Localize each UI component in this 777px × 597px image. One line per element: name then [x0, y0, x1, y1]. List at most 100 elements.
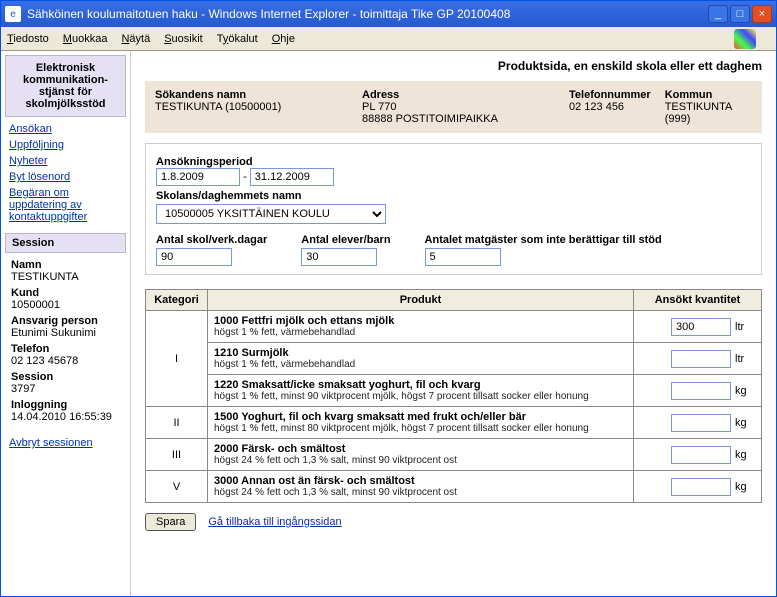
unit-label: kg — [735, 481, 755, 493]
applicant-box: Sökandens namn TESTIKUNTA (10500001) Adr… — [145, 81, 762, 133]
quantity-input[interactable] — [671, 318, 731, 336]
session-value: 02 123 45678 — [11, 355, 120, 367]
quantity-cell: kg — [634, 407, 762, 439]
maximize-button[interactable]: □ — [730, 5, 750, 23]
applicant-name-value: TESTIKUNTA (10500001) — [155, 101, 338, 113]
unit-label: ltr — [735, 321, 755, 333]
children-input[interactable] — [301, 248, 377, 266]
menu-tools[interactable]: Työkalut — [217, 33, 258, 45]
sidebar-link-4[interactable]: Begäran om uppdatering av kontaktuppgift… — [5, 185, 126, 225]
category-cell: III — [146, 439, 208, 471]
product-desc: högst 1 % fett, minst 80 viktprocent mjö… — [214, 423, 627, 434]
sidebar-link-1[interactable]: Uppföljning — [5, 137, 126, 153]
product-desc: högst 1 % fett, värmebehandlad — [214, 327, 627, 338]
unit-label: kg — [735, 449, 755, 461]
session-label: Session — [11, 371, 120, 383]
app-icon: e — [5, 6, 21, 22]
back-link[interactable]: Gå tillbaka till ingångssidan — [208, 516, 341, 528]
quantity-cell: kg — [634, 375, 762, 407]
table-row: V3000 Annan ost än färsk- och smältosthö… — [146, 471, 762, 503]
session-value: 10500001 — [11, 299, 120, 311]
category-cell: V — [146, 471, 208, 503]
applicant-phone-value: 02 123 456 — [569, 101, 651, 113]
unit-label: kg — [735, 385, 755, 397]
days-input[interactable] — [156, 248, 232, 266]
days-label: Antal skol/verk.dagar — [156, 234, 267, 246]
product-cell: 1210 Surmjölkhögst 1 % fett, värmebehand… — [208, 343, 634, 375]
product-name: 2000 Färsk- och smältost — [214, 443, 627, 455]
session-value: 3797 — [11, 383, 120, 395]
quantity-input[interactable] — [671, 414, 731, 432]
school-label: Skolans/daghemmets namn — [156, 190, 751, 202]
applicant-name-label: Sökandens namn — [155, 89, 338, 101]
session-heading: Session — [5, 233, 126, 253]
applicant-muni-value: TESTIKUNTA (999) — [665, 101, 752, 125]
table-row: 1210 Surmjölkhögst 1 % fett, värmebehand… — [146, 343, 762, 375]
quantity-input[interactable] — [671, 382, 731, 400]
session-value: 14.04.2010 16:55:39 — [11, 411, 120, 423]
school-select[interactable]: 10500005 YKSITTÄINEN KOULU — [156, 204, 386, 224]
children-label: Antal elever/barn — [301, 234, 390, 246]
sidebar-link-2[interactable]: Nyheter — [5, 153, 126, 169]
quantity-cell: kg — [634, 439, 762, 471]
applicant-address-line2: 88888 POSTITOIMIPAIKKA — [362, 113, 545, 125]
session-value: TESTIKUNTA — [11, 271, 120, 283]
unit-label: kg — [735, 417, 755, 429]
session-value: Etunimi Sukunimi — [11, 327, 120, 339]
unit-label: ltr — [735, 353, 755, 365]
product-cell: 1500 Yoghurt, fil och kvarg smaksatt med… — [208, 407, 634, 439]
product-desc: högst 24 % fett och 1,3 % salt, minst 90… — [214, 487, 627, 498]
session-label: Ansvarig person — [11, 315, 120, 327]
product-desc: högst 1 % fett, värmebehandlad — [214, 359, 627, 370]
category-cell: I — [146, 311, 208, 407]
window-title: Sähköinen koulumaitotuen haku - Windows … — [27, 7, 708, 21]
menubar: Tiedosto Muokkaa Näytä Suosikit Työkalut… — [1, 27, 776, 51]
product-name: 1220 Smaksatt/icke smaksatt yoghurt, fil… — [214, 379, 627, 391]
menu-view[interactable]: Näytä — [121, 33, 150, 45]
quantity-input[interactable] — [671, 446, 731, 464]
menu-file[interactable]: Tiedosto — [7, 33, 49, 45]
product-name: 1000 Fettfri mjölk och ettans mjölk — [214, 315, 627, 327]
session-label: Kund — [11, 287, 120, 299]
menu-edit[interactable]: Muokkaa — [63, 33, 108, 45]
applicant-phone-label: Telefonnummer — [569, 89, 651, 101]
period-to-input[interactable] — [250, 168, 334, 186]
product-cell: 2000 Färsk- och smältosthögst 24 % fett … — [208, 439, 634, 471]
save-button[interactable]: Spara — [145, 513, 196, 531]
minimize-button[interactable]: _ — [708, 5, 728, 23]
menu-help[interactable]: Ohje — [272, 33, 295, 45]
period-sep: - — [243, 171, 247, 183]
close-button[interactable]: × — [752, 5, 772, 23]
session-label: Inloggning — [11, 399, 120, 411]
session-label: Telefon — [11, 343, 120, 355]
product-name: 1210 Surmjölk — [214, 347, 627, 359]
nonelig-label: Antalet matgäster som inte berättigar ti… — [425, 234, 751, 246]
period-label: Ansökningsperiod — [156, 156, 751, 168]
sidebar-link-0[interactable]: Ansökan — [5, 121, 126, 137]
ie-logo-icon — [734, 29, 756, 49]
sidebar-link-3[interactable]: Byt lösenord — [5, 169, 126, 185]
product-cell: 3000 Annan ost än färsk- och smältosthög… — [208, 471, 634, 503]
category-cell: II — [146, 407, 208, 439]
product-desc: högst 1 % fett, minst 90 viktprocent mjö… — [214, 391, 627, 402]
quantity-cell: kg — [634, 471, 762, 503]
applicant-address-line1: PL 770 — [362, 101, 545, 113]
period-from-input[interactable] — [156, 168, 240, 186]
sidebar-heading: Elektronisk kommunikation-stjänst för sk… — [5, 55, 126, 117]
product-name: 3000 Annan ost än färsk- och smältost — [214, 475, 627, 487]
page-title: Produktsida, en enskild skola eller ett … — [145, 59, 762, 73]
quantity-input[interactable] — [671, 478, 731, 496]
th-quantity: Ansökt kvantitet — [634, 290, 762, 311]
product-desc: högst 24 % fett och 1,3 % salt, minst 90… — [214, 455, 627, 466]
menu-favorites[interactable]: Suosikit — [164, 33, 203, 45]
nonelig-input[interactable] — [425, 248, 501, 266]
th-category: Kategori — [146, 290, 208, 311]
session-label: Namn — [11, 259, 120, 271]
th-product: Produkt — [208, 290, 634, 311]
table-row: II 1500 Yoghurt, fil och kvarg smaksatt m… — [146, 407, 762, 439]
quantity-input[interactable] — [671, 350, 731, 368]
product-name: 1500 Yoghurt, fil och kvarg smaksatt med… — [214, 411, 627, 423]
end-session-link[interactable]: Avbryt sessionen — [9, 437, 93, 449]
quantity-cell: ltr — [634, 311, 762, 343]
quantity-cell: ltr — [634, 343, 762, 375]
